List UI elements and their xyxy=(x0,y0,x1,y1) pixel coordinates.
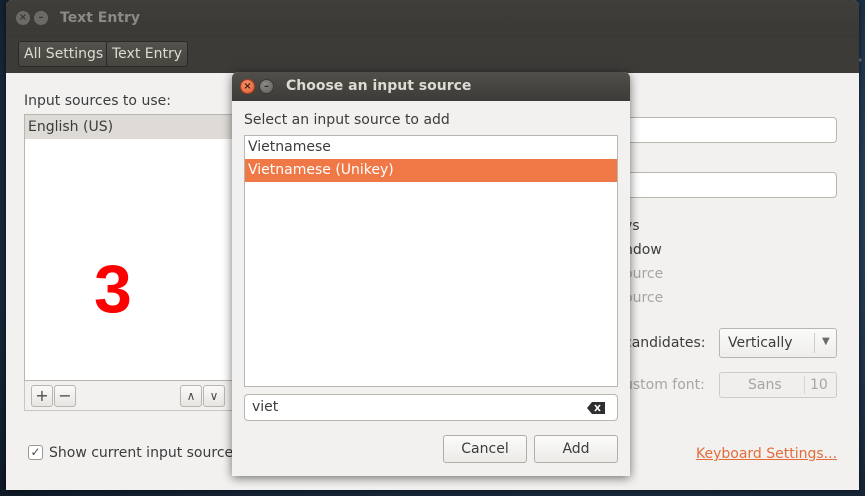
window-titlebar: × – Text Entry xyxy=(6,0,859,38)
list-item[interactable]: Vietnamese xyxy=(245,136,617,159)
font-size: 10 xyxy=(810,377,828,393)
minimize-icon: – xyxy=(38,12,44,23)
custom-font-button[interactable]: Sans 10 xyxy=(719,372,837,398)
window-close-button[interactable]: × xyxy=(16,11,30,25)
search-value: viet xyxy=(252,399,279,415)
list-item-selected[interactable]: Vietnamese (Unikey) xyxy=(245,159,617,182)
dialog-minimize-button[interactable]: – xyxy=(259,79,274,94)
plus-icon: + xyxy=(35,386,49,405)
minimize-icon: – xyxy=(264,81,269,92)
text-entry-breadcrumb-button[interactable]: Text Entry xyxy=(106,41,189,67)
annotation-number: 3 xyxy=(94,251,132,327)
all-settings-button[interactable]: All Settings xyxy=(18,41,110,67)
dialog-title: Choose an input source xyxy=(286,78,472,94)
show-current-source-label: Show current input source i xyxy=(49,445,242,461)
font-separator xyxy=(804,376,805,394)
font-name: Sans xyxy=(748,377,782,393)
list-item[interactable]: English (US) xyxy=(25,115,235,139)
candidates-orientation-select[interactable]: Vertically ▼ xyxy=(719,328,837,358)
add-source-button[interactable]: + xyxy=(31,385,53,407)
dialog-titlebar: × – Choose an input source xyxy=(232,72,630,101)
move-up-button[interactable]: ∧ xyxy=(180,385,202,407)
window-minimize-button[interactable]: – xyxy=(34,11,48,25)
chevron-up-icon: ∧ xyxy=(186,389,196,403)
dialog-close-button[interactable]: × xyxy=(240,79,255,94)
dialog-prompt: Select an input source to add xyxy=(244,112,450,128)
candidates-label: candidates: xyxy=(624,335,706,351)
add-button[interactable]: Add xyxy=(534,435,618,463)
close-icon: × xyxy=(243,81,252,92)
window-title: Text Entry xyxy=(60,10,141,26)
checkmark-icon: ✓ xyxy=(30,445,41,459)
input-sources-label: Input sources to use: xyxy=(24,93,171,109)
custom-font-label: ustom font: xyxy=(624,377,705,393)
chevron-down-icon: ∨ xyxy=(209,389,219,403)
shortcut-field-2[interactable] xyxy=(616,172,837,198)
minus-icon: − xyxy=(58,386,72,405)
combo-separator xyxy=(814,333,815,353)
move-down-button[interactable]: ∨ xyxy=(203,385,225,407)
input-source-options-list[interactable]: Vietnamese Vietnamese (Unikey) xyxy=(244,135,618,387)
shortcut-field-1[interactable] xyxy=(616,117,837,143)
dropdown-arrow-icon: ▼ xyxy=(822,336,830,347)
clear-text-icon[interactable] xyxy=(587,402,605,414)
show-current-source-checkbox[interactable]: ✓ xyxy=(28,445,43,460)
list-toolbar: + − ∧ ∨ xyxy=(24,381,236,411)
keyboard-settings-link[interactable]: Keyboard Settings... xyxy=(696,446,837,462)
close-icon: × xyxy=(18,12,28,23)
search-input[interactable]: viet xyxy=(244,394,618,421)
settings-toolbar: All Settings Text Entry xyxy=(6,38,859,73)
cancel-button[interactable]: Cancel xyxy=(443,435,527,463)
input-sources-list[interactable]: English (US) xyxy=(24,114,236,381)
remove-source-button[interactable]: − xyxy=(54,385,76,407)
choose-input-source-dialog: × – Choose an input source Select an inp… xyxy=(232,72,630,476)
candidates-value: Vertically xyxy=(728,335,793,351)
